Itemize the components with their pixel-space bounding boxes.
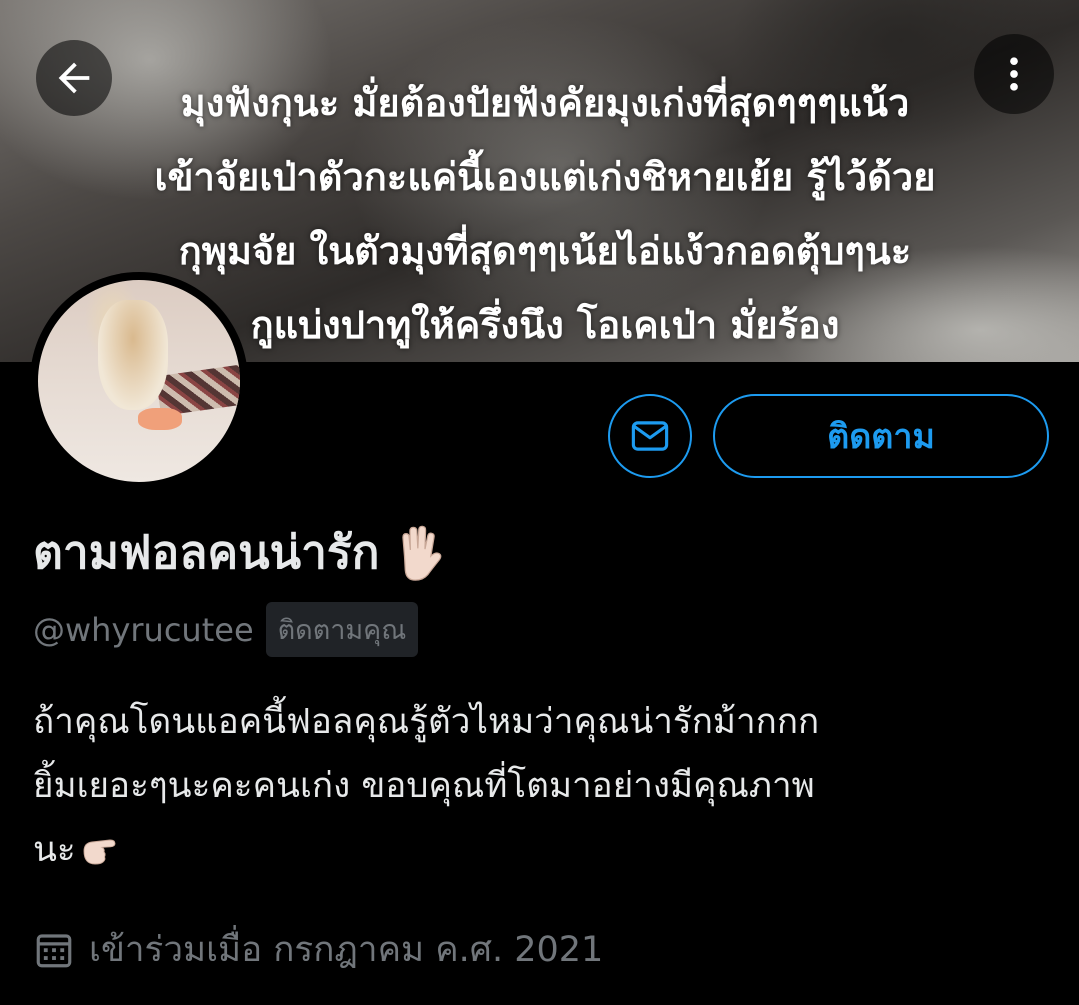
back-button[interactable] <box>36 40 112 116</box>
handle: @whyrucutee <box>33 610 254 649</box>
bio-line-last: นะ <box>33 818 1053 882</box>
handle-row: @whyrucutee ติดตามคุณ <box>33 602 419 657</box>
bio: ถ้าคุณโดนแอคนี้ฟอลคุณรู้ตัวไหมว่าคุณน่าร… <box>33 690 1053 882</box>
banner-caption-line: เข้าจัยเป่าตัวกะแค่นี้เองแต่เก่งชิหายเย้… <box>154 155 936 199</box>
avatar[interactable] <box>30 272 248 490</box>
more-options-button[interactable] <box>974 34 1054 114</box>
pointing-right-emoji <box>83 839 116 865</box>
display-name-row: ตามฟอลคนน่ารัก <box>33 516 451 589</box>
joined-date-text: เข้าร่วมเมื่อ กรกฎาคม ค.ศ. 2021 <box>89 930 604 970</box>
profile-page: มุงฟังกุนะ มั่ยต้องปัยฟังคัยมุงเก่งที่สุ… <box>0 0 1079 1005</box>
follow-button[interactable]: ติดตาม <box>713 394 1049 478</box>
bio-line: ยิ้มเยอะๆนะคะคนเก่ง ขอบคุณที่โตมาอย่างมี… <box>33 766 815 806</box>
raised-hand-emoji <box>402 525 442 581</box>
follows-you-badge: ติดตามคุณ <box>265 602 419 657</box>
calendar-icon <box>36 933 72 967</box>
avatar-chick <box>98 300 168 410</box>
bio-line: นะ <box>33 830 76 870</box>
bio-line: ถ้าคุณโดนแอคนี้ฟอลคุณรู้ตัวไหมว่าคุณน่าร… <box>33 702 820 742</box>
display-name: ตามฟอลคนน่ารัก <box>33 525 380 579</box>
banner-caption-line: กุพุมจัย ในตัวมุงที่สุดๆๆเน้ยไอ่แง้วกอดต… <box>178 229 912 273</box>
banner-caption-line: มุงฟังกุนะ มั่ยต้องปัยฟังคัยมุงเก่งที่สุ… <box>180 81 910 125</box>
mail-icon <box>631 421 669 451</box>
joined-date-row: เข้าร่วมเมื่อ กรกฎาคม ค.ศ. 2021 <box>33 922 603 977</box>
avatar-chick-feet <box>138 408 182 430</box>
message-button[interactable] <box>608 394 692 478</box>
arrow-left-icon <box>58 62 90 94</box>
avatar-image <box>38 280 240 482</box>
more-vertical-icon <box>1010 57 1018 91</box>
